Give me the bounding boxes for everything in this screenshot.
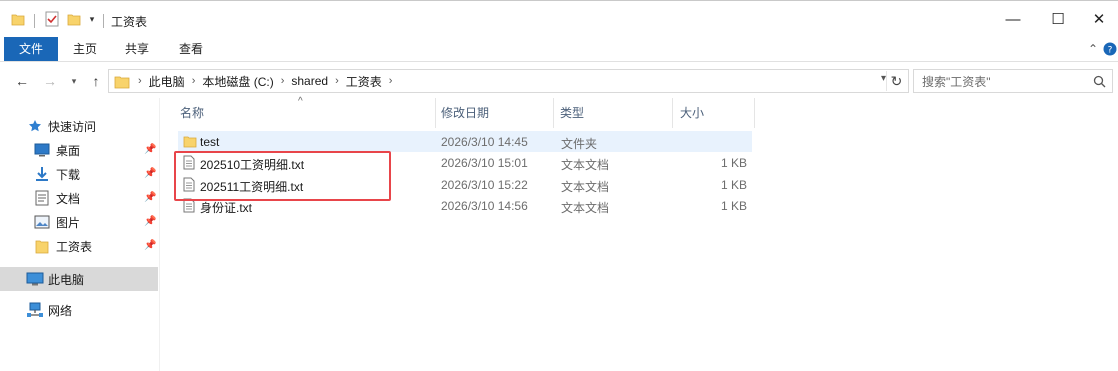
file-date: 2026/3/10 15:01: [441, 156, 528, 170]
separator: [103, 14, 104, 28]
sidebar-item-downloads[interactable]: 下载 📌: [0, 163, 158, 185]
sidebar-item-label: 工资表: [56, 239, 93, 254]
breadcrumb-local-disk[interactable]: 本地磁盘 (C:): [202, 73, 273, 90]
file-type: 文本文档: [561, 158, 610, 172]
sidebar-item-salary-folder[interactable]: 工资表 📌: [0, 235, 158, 257]
column-divider[interactable]: [754, 98, 755, 128]
sidebar-item-network[interactable]: 网络: [0, 299, 158, 321]
sidebar-item-label: 此电脑: [48, 272, 85, 287]
folder-icon: [10, 11, 26, 27]
breadcrumb-chevron[interactable]: ›: [192, 75, 196, 87]
search-icon[interactable]: [1093, 75, 1106, 91]
up-button[interactable]: ↑: [86, 71, 106, 91]
file-size: 1 KB: [720, 178, 747, 192]
sidebar-item-label: 文档: [56, 191, 81, 206]
ribbon-tabs: 文件 主页 共享 查看 ⌃ ?: [0, 36, 1118, 62]
sidebar-item-label: 图片: [56, 215, 81, 230]
tab-home[interactable]: 主页: [64, 37, 106, 61]
document-icon: [35, 190, 49, 206]
pin-icon[interactable]: 📌: [144, 216, 156, 227]
pin-icon[interactable]: 📌: [144, 168, 156, 179]
sidebar-item-label: 桌面: [56, 143, 81, 158]
picture-icon: [34, 215, 50, 229]
tab-file[interactable]: 文件: [4, 37, 58, 61]
file-size: 1 KB: [720, 199, 747, 213]
tab-view[interactable]: 查看: [170, 37, 212, 61]
pin-icon[interactable]: 📌: [144, 240, 156, 251]
recent-locations-button[interactable]: ▾: [64, 71, 84, 91]
refresh-icon[interactable]: ↻: [886, 71, 906, 91]
window-title: 工资表: [111, 15, 148, 29]
download-icon: [35, 166, 49, 182]
file-type: 文本文档: [561, 180, 610, 194]
new-folder-icon[interactable]: [66, 11, 82, 27]
breadcrumb-chevron[interactable]: ›: [389, 75, 393, 87]
pin-icon[interactable]: 📌: [144, 192, 156, 203]
breadcrumb-chevron[interactable]: ›: [138, 75, 142, 87]
navigation-bar: ← → ▾ ↑ › 此电脑 › 本地磁盘 (C:) › shared › 工资表…: [0, 62, 1118, 98]
breadcrumb-salary[interactable]: 工资表: [346, 73, 382, 90]
sidebar-item-label: 下载: [56, 167, 81, 182]
pin-icon[interactable]: 📌: [144, 144, 156, 155]
file-name: test: [200, 135, 220, 149]
search-box[interactable]: 搜索"工资表": [913, 69, 1113, 93]
column-header-date[interactable]: 修改日期: [421, 103, 553, 127]
back-button[interactable]: ←: [12, 71, 32, 91]
folder-icon: [114, 73, 130, 89]
sidebar-item-pictures[interactable]: 图片 📌: [0, 211, 158, 233]
title-bar: ▾ 工资表 — ☐ ✕: [0, 0, 1118, 36]
svg-text:?: ?: [1108, 46, 1113, 56]
tab-share[interactable]: 共享: [116, 37, 158, 61]
sidebar-item-documents[interactable]: 文档 📌: [0, 187, 158, 209]
desktop-icon: [34, 143, 50, 157]
folder-icon: [183, 134, 197, 151]
ribbon-expand-icon[interactable]: ⌃: [1084, 40, 1102, 58]
annotation-highlight-box: [174, 151, 391, 201]
sidebar-item-quick-access[interactable]: 快速访问: [0, 115, 158, 137]
separator: [34, 14, 35, 28]
help-icon[interactable]: ?: [1101, 40, 1118, 58]
column-header-size[interactable]: 大小: [660, 103, 752, 127]
star-icon: [28, 119, 42, 133]
file-size: 1 KB: [720, 156, 747, 170]
customize-toolbar-icon[interactable]: ▾: [86, 11, 98, 27]
file-type: 文件夹: [561, 137, 598, 151]
table-row[interactable]: test 2026/3/10 14:45 文件夹: [178, 131, 752, 152]
column-header-name[interactable]: 名称: [160, 103, 435, 127]
sidebar-item-desktop[interactable]: 桌面 📌: [0, 139, 158, 161]
properties-icon[interactable]: [44, 11, 60, 27]
sidebar-item-label: 网络: [48, 303, 73, 318]
computer-icon: [26, 272, 44, 286]
search-placeholder: 搜索"工资表": [922, 74, 991, 89]
file-date: 2026/3/10 14:56: [441, 199, 528, 213]
sidebar-item-this-pc[interactable]: 此电脑: [0, 267, 158, 291]
column-header-type[interactable]: 类型: [540, 103, 658, 127]
breadcrumb-chevron[interactable]: ›: [281, 75, 285, 87]
breadcrumb-chevron[interactable]: ›: [335, 75, 339, 87]
file-type: 文本文档: [561, 201, 610, 215]
navigation-pane: 快速访问 桌面 📌 下载 📌 文档 📌 图片 📌 工资表 📌 此电脑 网络: [0, 98, 160, 371]
maximize-button[interactable]: ☐: [1035, 1, 1081, 37]
folder-icon: [35, 238, 49, 254]
minimize-button[interactable]: —: [990, 1, 1036, 37]
breadcrumb-shared[interactable]: shared: [291, 74, 328, 88]
address-bar[interactable]: › 此电脑 › 本地磁盘 (C:) › shared › 工资表 › ▾ ↻: [108, 69, 909, 93]
forward-button[interactable]: →: [40, 71, 60, 91]
sidebar-item-label: 快速访问: [48, 119, 97, 134]
network-icon: [26, 302, 44, 318]
file-name: 身份证.txt: [200, 201, 253, 215]
file-date: 2026/3/10 14:45: [441, 135, 528, 149]
file-date: 2026/3/10 15:22: [441, 178, 528, 192]
breadcrumb-this-pc[interactable]: 此电脑: [149, 73, 185, 90]
file-list: ^ 名称 修改日期 类型 大小 test 2026/3/10 14:45 文件夹…: [160, 96, 1118, 371]
close-button[interactable]: ✕: [1080, 1, 1118, 37]
